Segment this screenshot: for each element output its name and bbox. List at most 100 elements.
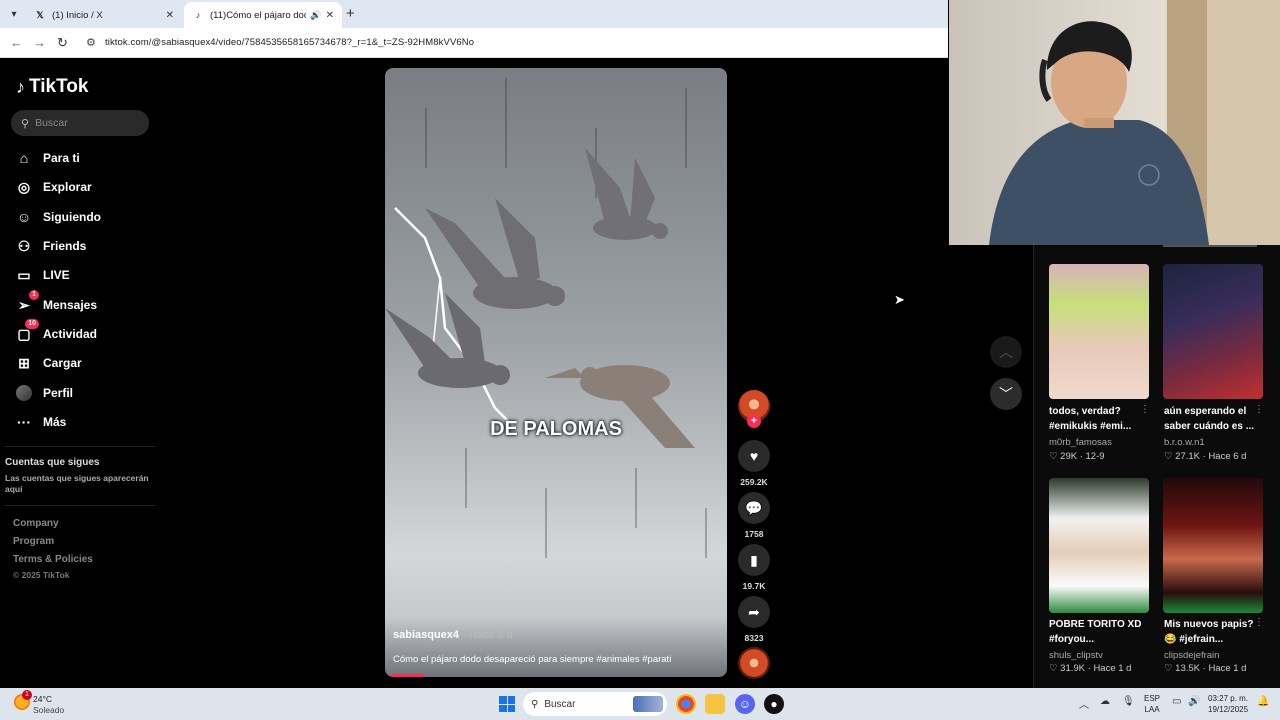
nav-label: Actividad (43, 327, 98, 341)
save-button[interactable]: ▮ (738, 544, 770, 576)
search-highlight-image (633, 696, 663, 712)
related-thumb-4[interactable] (1163, 478, 1263, 613)
chrome-icon[interactable] (676, 694, 696, 714)
tab-x[interactable]: 𝕏 (1) Inicio / X ✕ (26, 2, 182, 28)
video-caption: Cómo el pájaro dodo desapareció para sie… (393, 654, 672, 665)
microphone-icon[interactable]: 🎙 (1122, 696, 1135, 707)
activity-icon: ▢ 10 (15, 319, 39, 343)
related-thumb-2[interactable] (1163, 264, 1263, 399)
nav-mas[interactable]: ··· Más (15, 412, 66, 432)
new-tab-button[interactable]: + (346, 5, 355, 22)
url-field[interactable]: tiktok.com/@sabiasquex4/video/7584535658… (105, 37, 474, 48)
related-title-3[interactable]: POBRE TORITO XD #foryou... (1049, 617, 1153, 647)
close-tab-icon[interactable]: ✕ (326, 10, 334, 21)
related-user-2[interactable]: b.r.o.w.n1 (1164, 437, 1205, 448)
related-title-1[interactable]: todos, verdad? #emikukis #emi... (1049, 404, 1153, 434)
comment-icon: 💬 (745, 499, 763, 516)
video-author[interactable]: sabiasquex4 · Hace 3 d (393, 629, 513, 641)
clock[interactable]: 03:27 p. m. 19/12/2025 (1208, 693, 1248, 715)
footer-program[interactable]: Program (13, 536, 54, 547)
footer-company[interactable]: Company (13, 518, 59, 529)
volume-icon[interactable]: 🔊 (1188, 696, 1200, 707)
related-likes-4: 13.5K (1175, 663, 1200, 674)
related-user-3[interactable]: shuls_clipstv (1049, 650, 1103, 661)
nav-para-ti[interactable]: ⌂ Para ti (15, 148, 80, 168)
related-title-4[interactable]: Mis nuevos papis? 😂 #jefrain... (1164, 617, 1268, 647)
windows-start-icon[interactable] (499, 696, 515, 712)
video-player[interactable]: DE PALOMAS sabiasquex4 · Hace 3 d Cómo e… (385, 68, 727, 677)
mouse-cursor-icon: ➤ (894, 292, 905, 307)
search-icon: ⚲ (531, 698, 539, 710)
save-count: 19.7K (742, 581, 766, 591)
related-likes-1: 29K (1060, 451, 1078, 462)
nav-live[interactable]: ▭ LIVE (15, 265, 69, 285)
messages-badge: 1 (29, 290, 39, 300)
related-thumb-1[interactable] (1049, 264, 1149, 399)
like-count: 259.2K (740, 477, 768, 487)
related-date-4: Hace 1 d (1208, 663, 1247, 674)
language-indicator[interactable]: ESP LAA (1144, 693, 1160, 715)
related-title-2[interactable]: aún esperando el saber cuándo es ... (1164, 404, 1268, 434)
nav-explorar[interactable]: ◎ Explorar (15, 177, 92, 197)
lang-2: LAA (1144, 705, 1160, 714)
tray-chevron-icon[interactable]: ︿ (1079, 696, 1089, 711)
related-user-1[interactable]: m0rb_famosas (1049, 437, 1112, 448)
upload-icon: ⊞ (18, 354, 30, 371)
tab-search-icon[interactable]: ▾ (4, 4, 24, 24)
related-thumb-3[interactable] (1049, 478, 1149, 613)
obs-icon[interactable]: ● (764, 694, 784, 714)
notification-icon[interactable]: 🔔 (1257, 696, 1269, 707)
nav-friends[interactable]: ⚇ Friends (15, 236, 87, 256)
related-meta-3: ♡ 31.9K · Hace 1 d (1049, 663, 1132, 674)
nav-mensajes[interactable]: ➢ 1 Mensajes (15, 290, 97, 315)
nav-siguiendo[interactable]: ☺ Siguiendo (15, 207, 101, 227)
taskbar-search[interactable]: ⚲ Buscar (523, 692, 667, 716)
more-options-icon[interactable]: ⋮ (1254, 404, 1264, 415)
file-explorer-icon[interactable] (705, 694, 725, 714)
close-tab-icon[interactable]: ✕ (166, 10, 174, 21)
more-options-icon[interactable]: ⋮ (1254, 617, 1264, 628)
network-cloud-icon[interactable]: ☁ (1100, 696, 1110, 707)
tab-tiktok[interactable]: ♪ (11)Cómo el pájaro dodo d 🔊 ✕ (184, 2, 342, 28)
nav-cargar[interactable]: ⊞ Cargar (15, 353, 82, 373)
previous-video-button[interactable]: ︿ (990, 336, 1022, 368)
footer-terms[interactable]: Terms & Policies (13, 554, 93, 565)
related-likes-2: 27.1K (1175, 451, 1200, 462)
taskbar-search-label: Buscar (544, 698, 576, 710)
nav-actividad[interactable]: ▢ 10 Actividad (15, 319, 98, 344)
search-input[interactable] (35, 117, 136, 129)
follow-button[interactable]: + (747, 414, 761, 428)
share-button[interactable]: ➦ (738, 596, 770, 628)
chevron-up-icon: ︿ (999, 344, 1013, 360)
related-date-2: Hace 6 d (1208, 451, 1247, 462)
home-icon: ⌂ (19, 150, 29, 166)
music-disc[interactable] (738, 647, 770, 679)
next-video-button[interactable]: ﹀ (990, 378, 1022, 410)
speaker-icon[interactable]: 🔊 (310, 10, 321, 21)
reload-icon[interactable]: ↻ (57, 35, 68, 51)
friends-icon: ⚇ (17, 237, 31, 254)
discord-icon[interactable]: ☺ (735, 694, 755, 714)
site-info-icon[interactable]: ⚙ (86, 36, 96, 49)
more-options-icon[interactable]: ⋮ (1140, 404, 1150, 415)
back-icon[interactable]: ← (10, 35, 23, 50)
related-likes-3: 31.9K (1060, 663, 1085, 674)
video-progress-bar[interactable] (391, 674, 424, 677)
network-icon[interactable]: ▭ (1172, 696, 1181, 707)
tiktok-logo[interactable]: ♪ TikTok (16, 76, 88, 98)
tab-title: (1) Inicio / X (52, 9, 103, 21)
like-button[interactable]: ♥ (738, 440, 770, 472)
nav-perfil[interactable]: Perfil (15, 383, 73, 403)
lang-1: ESP (1144, 694, 1161, 703)
search-box[interactable]: ⚲ (11, 110, 149, 136)
weather-desc: Soleado (33, 705, 65, 715)
nav-label: Para ti (43, 151, 80, 165)
weather-temp[interactable]: 24°C (33, 694, 52, 704)
share-count: 8323 (744, 633, 764, 643)
live-icon: ▭ (17, 266, 31, 283)
related-user-4[interactable]: clipsdejefrain (1164, 650, 1219, 661)
forward-icon[interactable]: → (33, 35, 46, 50)
streamer-figure (989, 0, 1280, 245)
comment-button[interactable]: 💬 (738, 492, 770, 524)
author-name[interactable]: sabiasquex4 (393, 629, 459, 641)
